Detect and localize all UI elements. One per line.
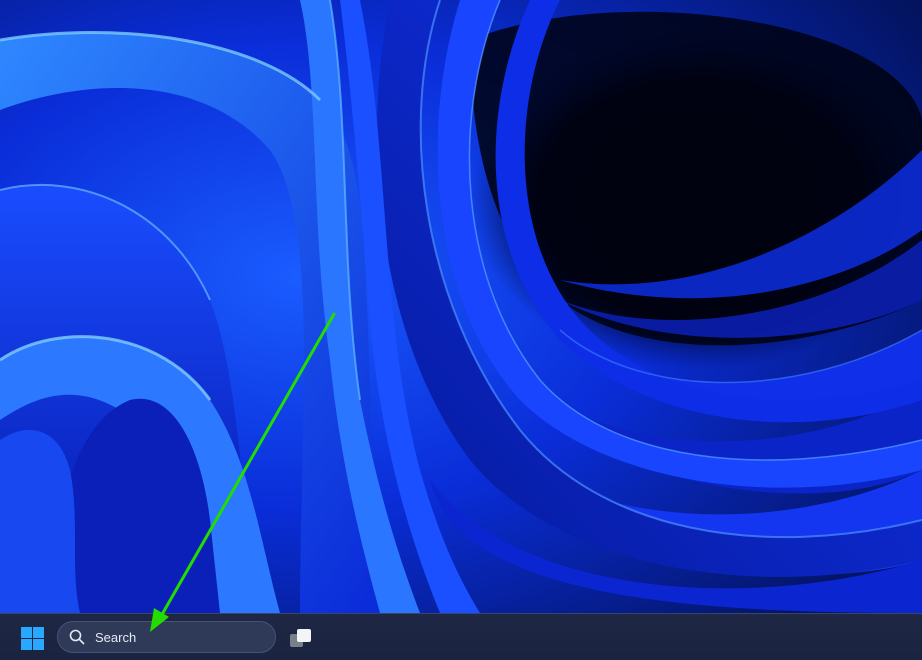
windows-logo-icon	[20, 626, 44, 650]
search-placeholder: Search	[95, 629, 137, 645]
search-box[interactable]: Search	[57, 621, 276, 653]
search-icon	[69, 629, 85, 645]
start-button[interactable]	[15, 622, 49, 654]
task-view-button[interactable]	[284, 622, 318, 654]
wallpaper	[0, 0, 922, 613]
task-view-icon	[290, 629, 311, 647]
desktop	[0, 0, 922, 613]
taskbar: Search	[0, 613, 922, 660]
